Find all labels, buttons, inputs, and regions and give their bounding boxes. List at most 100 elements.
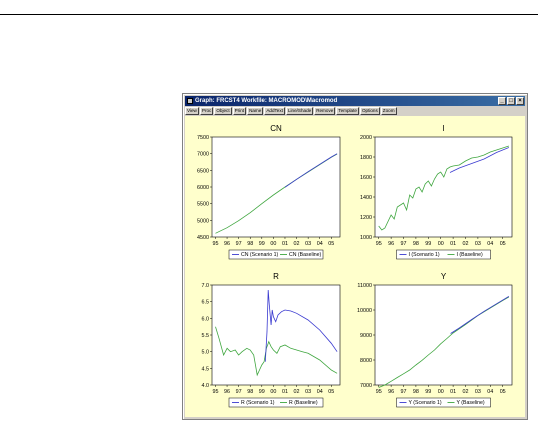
panel-y-plot-area — [374, 284, 513, 386]
toolbar-print-button[interactable]: Print — [232, 107, 247, 115]
maximize-button[interactable]: □ — [507, 97, 515, 105]
panel-y-ytick-label-3: 10000 — [357, 308, 372, 314]
panel-i-ytick-label-4: 1800 — [360, 155, 372, 161]
panel-r-ytick-label-5: 6.5 — [202, 300, 210, 306]
panel-cn-legend-label-1: CN (Baseline) — [289, 252, 322, 258]
panel-i-xtick-label-4: 99 — [425, 241, 431, 247]
panel-y-ytick-label-0: 7000 — [360, 383, 372, 389]
panel-cn-xtick-label-0: 95 — [212, 241, 218, 247]
panel-y-xtick-label-4: 99 — [425, 389, 431, 395]
panel-cn-ytick-label-4: 6500 — [197, 168, 209, 174]
panel-y-xtick-label-0: 95 — [376, 389, 382, 395]
panel-r-xtick-label-4: 99 — [259, 389, 265, 395]
panel-y-xtick-label-2: 97 — [401, 389, 407, 395]
graph-window-icon — [187, 98, 193, 104]
panel-cn-title: CN — [270, 124, 282, 133]
panel-i-legend-label-1: I (Baseline) — [457, 252, 484, 258]
panel-cn-ytick-label-2: 5500 — [197, 202, 209, 208]
panel-r-xtick-label-9: 04 — [317, 389, 323, 395]
panel-i-xtick-label-1: 96 — [388, 241, 394, 247]
panel-i-xtick-label-0: 95 — [376, 241, 382, 247]
panel-r-xtick-label-3: 98 — [247, 389, 253, 395]
toolbar-lineshade-button[interactable]: Line/Shade — [285, 107, 314, 115]
panel-cn-xtick-label-1: 96 — [224, 241, 230, 247]
panel-y-xtick-label-7: 02 — [463, 389, 469, 395]
panel-i-xtick-label-5: 00 — [438, 241, 444, 247]
page-top-rule — [0, 14, 538, 15]
graph-toolbar: View Proc Object Print Name AddText Line… — [185, 107, 525, 115]
panel-y-ytick-label-1: 8000 — [360, 358, 372, 364]
panel-y-title: Y — [441, 272, 447, 281]
panel-y-xtick-label-6: 01 — [450, 389, 456, 395]
panel-i-xtick-label-3: 98 — [413, 241, 419, 247]
panel-y-xtick-label-8: 03 — [475, 389, 481, 395]
graph-window[interactable]: Graph: FRCST4 Workfile: MACROMOD\Macromo… — [182, 93, 528, 420]
panel-cn-ytick-label-3: 6000 — [197, 185, 209, 191]
panel-r-legend-label-1: R (Baseline) — [289, 400, 318, 406]
panel-cn-xtick-label-10: 05 — [328, 241, 334, 247]
toolbar-options-button[interactable]: Options — [359, 107, 380, 115]
toolbar-remove-button[interactable]: Remove — [314, 107, 336, 115]
panel-y-xtick-label-1: 96 — [388, 389, 394, 395]
toolbar-template-button[interactable]: Template — [336, 107, 359, 115]
toolbar-zoom-button[interactable]: Zoom — [380, 107, 397, 115]
panel-r-xtick-label-0: 95 — [212, 389, 218, 395]
panel-i-xtick-label-7: 02 — [463, 241, 469, 247]
panel-cn-xtick-label-4: 99 — [259, 241, 265, 247]
minimize-button[interactable]: _ — [498, 97, 506, 105]
panel-cn-xtick-label-9: 04 — [317, 241, 323, 247]
panel-cn-xtick-label-2: 97 — [236, 241, 242, 247]
panel-r-xtick-label-5: 00 — [270, 389, 276, 395]
panel-r-plot-area — [211, 284, 341, 386]
panel-r-ytick-label-3: 5.5 — [202, 333, 210, 339]
panel-y-legend-label-1: Y (Baseline) — [457, 400, 485, 406]
panel-r-xtick-label-10: 05 — [328, 389, 334, 395]
toolbar-proc-button[interactable]: Proc — [199, 107, 214, 115]
window-titlebar[interactable]: Graph: FRCST4 Workfile: MACROMOD\Macromo… — [185, 96, 525, 106]
panel-i-ytick-label-1: 1200 — [360, 215, 372, 221]
panel-r-ytick-label-0: 4.0 — [202, 383, 210, 389]
panel-cn-xtick-label-6: 01 — [282, 241, 288, 247]
panel-cn-ytick-label-6: 7500 — [197, 135, 209, 141]
panel-r-legend-label-0: R (Scenario 1) — [241, 400, 275, 406]
panel-y-ytick-label-4: 11000 — [357, 283, 372, 289]
panel-cn-plot-area — [211, 136, 341, 238]
toolbar-view-button[interactable]: View — [185, 107, 199, 115]
panel-i-ytick-label-3: 1600 — [360, 175, 372, 181]
panel-y-xtick-label-5: 00 — [438, 389, 444, 395]
panel-cn-ytick-label-0: 4500 — [197, 235, 209, 241]
panel-i-xtick-label-10: 05 — [500, 241, 506, 247]
toolbar-addtext-button[interactable]: AddText — [264, 107, 285, 115]
panel-r-xtick-label-6: 01 — [282, 389, 288, 395]
panel-i-ytick-label-5: 2000 — [360, 135, 372, 141]
panel-cn-xtick-label-8: 03 — [305, 241, 311, 247]
panel-cn-ytick-label-1: 5000 — [197, 218, 209, 224]
panel-cn-xtick-label-7: 02 — [294, 241, 300, 247]
panel-r-xtick-label-7: 02 — [294, 389, 300, 395]
graph-svg: CN 4500 5000 5500 6000 6500 7000 7500 95 96 97 98 99… — [197, 124, 513, 408]
panel-r-ytick-label-4: 6.0 — [202, 316, 210, 322]
panel-i-xtick-label-6: 01 — [450, 241, 456, 247]
panel-i-ytick-label-2: 1400 — [360, 195, 372, 201]
panel-y-ytick-label-2: 9000 — [360, 333, 372, 339]
panel-r-ytick-label-2: 5.0 — [202, 350, 210, 356]
panel-y-xtick-label-3: 98 — [413, 389, 419, 395]
panel-i-title: I — [442, 124, 444, 133]
graph-canvas[interactable]: CN 4500 5000 5500 6000 6500 7000 7500 95 96 97 98 99… — [185, 116, 525, 417]
panel-y-legend-label-0: Y (Scenario 1) — [409, 400, 442, 406]
toolbar-name-button[interactable]: Name — [247, 107, 264, 115]
panel-r-ytick-label-1: 4.5 — [202, 366, 210, 372]
panel-y-xtick-label-9: 04 — [487, 389, 493, 395]
panel-cn-xtick-label-3: 98 — [247, 241, 253, 247]
window-title: Graph: FRCST4 Workfile: MACROMOD\Macromo… — [195, 98, 338, 104]
panel-i-legend-label-0: I (Scenario 1) — [409, 252, 440, 258]
panel-y-xtick-label-10: 05 — [500, 389, 506, 395]
panel-cn-ytick-label-5: 7000 — [197, 152, 209, 158]
panel-r-xtick-label-8: 03 — [305, 389, 311, 395]
panel-i-ytick-label-0: 1000 — [360, 235, 372, 241]
panel-i-xtick-label-9: 04 — [487, 241, 493, 247]
close-button[interactable]: × — [516, 97, 524, 105]
panel-i-xtick-label-2: 97 — [401, 241, 407, 247]
toolbar-object-button[interactable]: Object — [214, 107, 232, 115]
panel-r-xtick-label-2: 97 — [236, 389, 242, 395]
